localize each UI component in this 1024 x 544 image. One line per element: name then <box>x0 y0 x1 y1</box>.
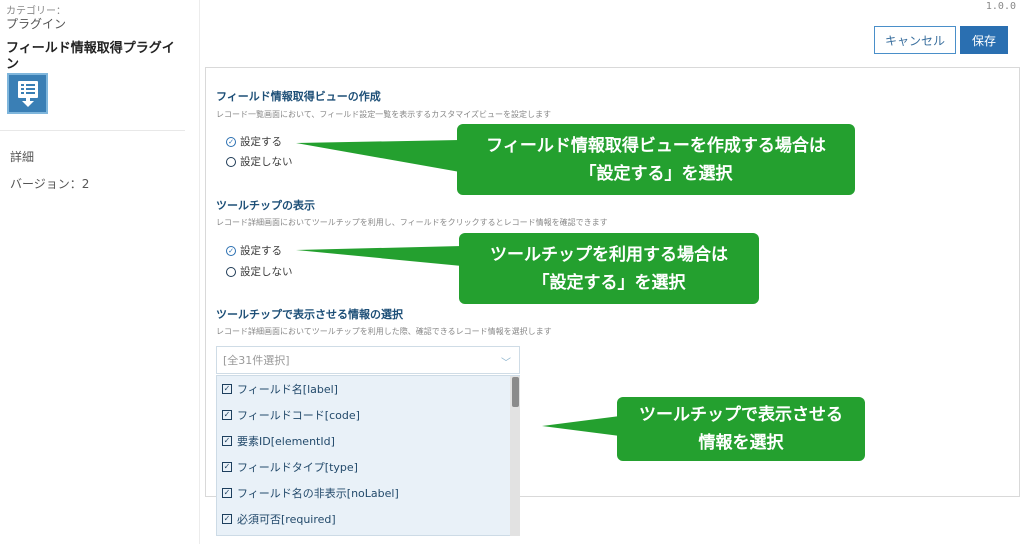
check-circle-icon: ✓ <box>226 245 236 256</box>
radio-label: 設定する <box>240 245 282 257</box>
callout-line: ツールチップで表示させる <box>639 405 843 425</box>
checkbox-checked-icon: ✓ <box>222 514 232 524</box>
details-label: 詳細 <box>10 150 35 164</box>
callout-tooltip-info: ツールチップで表示させる 情報を選択 <box>617 397 865 461</box>
plugin-name: フィールド情報取得プラグイン <box>6 41 175 72</box>
radio-label: 設定する <box>240 136 282 148</box>
list-item-label: フィールド名[label] <box>237 383 338 396</box>
list-item-label: フィールドコード[code] <box>237 409 360 422</box>
radio-tooltip-enable[interactable]: ✓ 設定する <box>226 243 282 258</box>
category-value: プラグイン <box>6 17 67 31</box>
list-item-label: フィールドタイプ[type] <box>237 461 358 474</box>
radio-view-disable[interactable]: 設定しない <box>226 154 293 169</box>
sidebar-divider <box>0 130 185 131</box>
empty-circle-icon <box>226 156 236 167</box>
list-item[interactable]: ✓ 必須可否[required] <box>217 506 519 532</box>
callout-line: 「設定する」を選択 <box>532 272 686 293</box>
list-item[interactable]: ✓ 要素ID[elementId] <box>217 428 519 454</box>
field-info-list: ✓ フィールド名[label] ✓ フィールドコード[code] ✓ 要素ID[ele… <box>216 375 520 536</box>
plugin-icon <box>7 73 48 114</box>
field-info-select[interactable]: [全31件選択] ﹀ <box>216 346 520 374</box>
callout-line: 「設定する」を選択 <box>579 163 733 184</box>
checkbox-checked-icon: ✓ <box>222 488 232 498</box>
chevron-down-icon: ﹀ <box>501 358 511 369</box>
checkbox-checked-icon: ✓ <box>222 462 232 472</box>
list-item[interactable]: ✓ フィールドコード[code] <box>217 402 519 428</box>
checkbox-checked-icon: ✓ <box>222 410 232 420</box>
callout-line: フィールド情報取得ビューを作成する場合は <box>486 135 826 156</box>
section-title-view: フィールド情報取得ビューの作成 <box>216 90 381 103</box>
empty-circle-icon <box>226 266 236 277</box>
check-circle-icon: ✓ <box>226 136 236 147</box>
list-item[interactable]: ✓ フィールド名の非表示[noLabel] <box>217 480 519 506</box>
callout-line: ツールチップを利用する場合は <box>490 244 728 265</box>
plugin-version-label: バージョン：2 <box>10 177 90 191</box>
save-button[interactable]: 保存 <box>960 26 1008 54</box>
radio-view-enable[interactable]: ✓ 設定する <box>226 134 282 149</box>
radio-tooltip-disable[interactable]: 設定しない <box>226 264 293 279</box>
section-title-tooltip: ツールチップの表示 <box>216 199 315 212</box>
cancel-button[interactable]: キャンセル <box>874 26 956 54</box>
checkbox-checked-icon: ✓ <box>222 384 232 394</box>
sidebar: カテゴリー： プラグイン フィールド情報取得プラグイン 詳細 バージョン：2 <box>0 0 200 544</box>
checkbox-checked-icon: ✓ <box>222 436 232 446</box>
list-item-label: 必須可否[required] <box>237 513 336 526</box>
select-value: [全31件選択] <box>223 354 290 367</box>
radio-label: 設定しない <box>240 156 293 168</box>
app-version: 1.0.0 <box>985 1 1016 12</box>
callout-tooltip: ツールチップを利用する場合は 「設定する」を選択 <box>459 233 759 304</box>
list-item-label: フィールド名の非表示[noLabel] <box>237 487 399 500</box>
section-desc-tooltip: レコード詳細画面においてツールチップを利用し、フィールドをクリックするとレコード… <box>216 218 608 227</box>
list-item[interactable]: ✓ フィールド名[label] <box>217 376 519 402</box>
list-scrollbar-thumb[interactable] <box>512 377 519 407</box>
radio-label: 設定しない <box>240 266 293 278</box>
callout-view: フィールド情報取得ビューを作成する場合は 「設定する」を選択 <box>457 124 855 195</box>
list-item[interactable]: ✓ フィールドタイプ[type] <box>217 454 519 480</box>
section-title-tooltip-info: ツールチップで表示させる情報の選択 <box>216 308 403 321</box>
section-desc-tooltip-info: レコード詳細画面においてツールチップを利用した際、確認できるレコード情報を選択し… <box>216 327 552 336</box>
list-item-label: 要素ID[elementId] <box>237 435 335 448</box>
callout-line: 情報を選択 <box>698 433 784 453</box>
section-desc-view: レコード一覧画面において、フィールド設定一覧を表示するカスタマイズビューを設定し… <box>216 110 551 119</box>
